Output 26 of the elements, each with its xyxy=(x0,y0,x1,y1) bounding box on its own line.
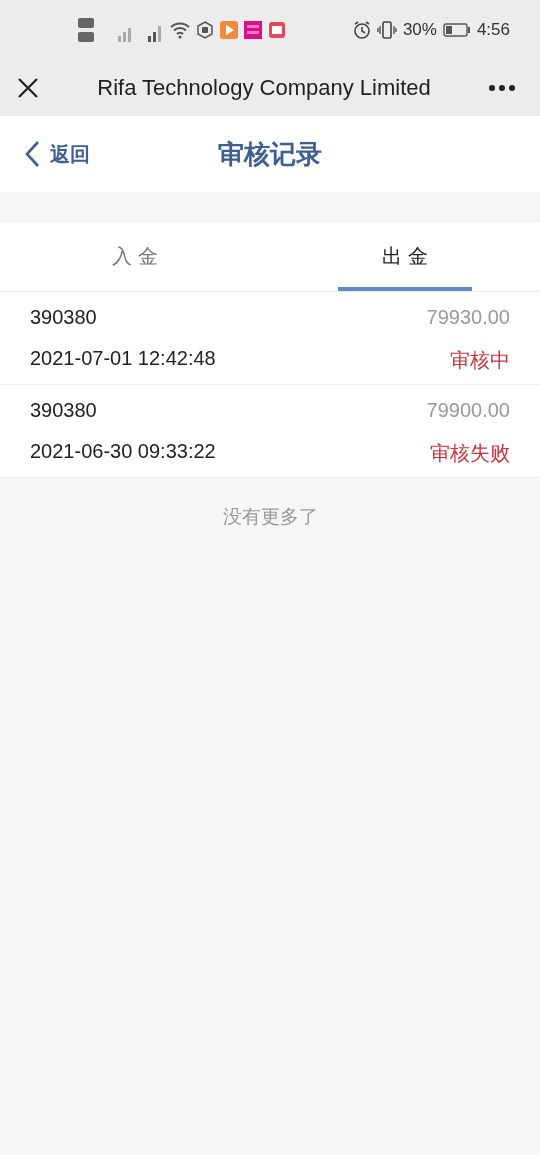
battery-icon xyxy=(442,23,471,37)
record-time: 2021-06-30 09:33:22 xyxy=(30,440,217,464)
account-number: 390380 xyxy=(30,306,98,330)
wifi-icon xyxy=(170,21,190,39)
chevron-left-icon xyxy=(24,140,40,168)
signal-icon xyxy=(78,16,164,44)
record-time: 2021-07-01 12:42:48 xyxy=(30,347,217,371)
no-more-note: 没有更多了 xyxy=(221,505,319,529)
play-icon xyxy=(220,21,238,39)
amount: 79900.00 xyxy=(426,399,510,423)
battery-percent: 30% xyxy=(402,20,437,40)
more-button[interactable] xyxy=(488,84,516,92)
account-number: 390380 xyxy=(30,399,98,423)
header-title: 审核记录 xyxy=(218,137,322,171)
review-status: 审核中 xyxy=(449,348,510,373)
review-status: 审核失败 xyxy=(429,441,510,466)
clock-time: 4:56 xyxy=(476,20,510,40)
mail-icon xyxy=(268,21,286,39)
hand-icon xyxy=(196,21,214,39)
tab[interactable]: 入 金 xyxy=(68,223,202,291)
back-link[interactable]: 返回 xyxy=(24,140,90,168)
alarm-icon xyxy=(352,21,371,39)
amount: 79930.00 xyxy=(426,306,510,330)
close-button[interactable] xyxy=(16,76,40,100)
vibrate-icon xyxy=(376,20,397,40)
page-title: Rifa Technology Company Limited xyxy=(96,75,432,101)
